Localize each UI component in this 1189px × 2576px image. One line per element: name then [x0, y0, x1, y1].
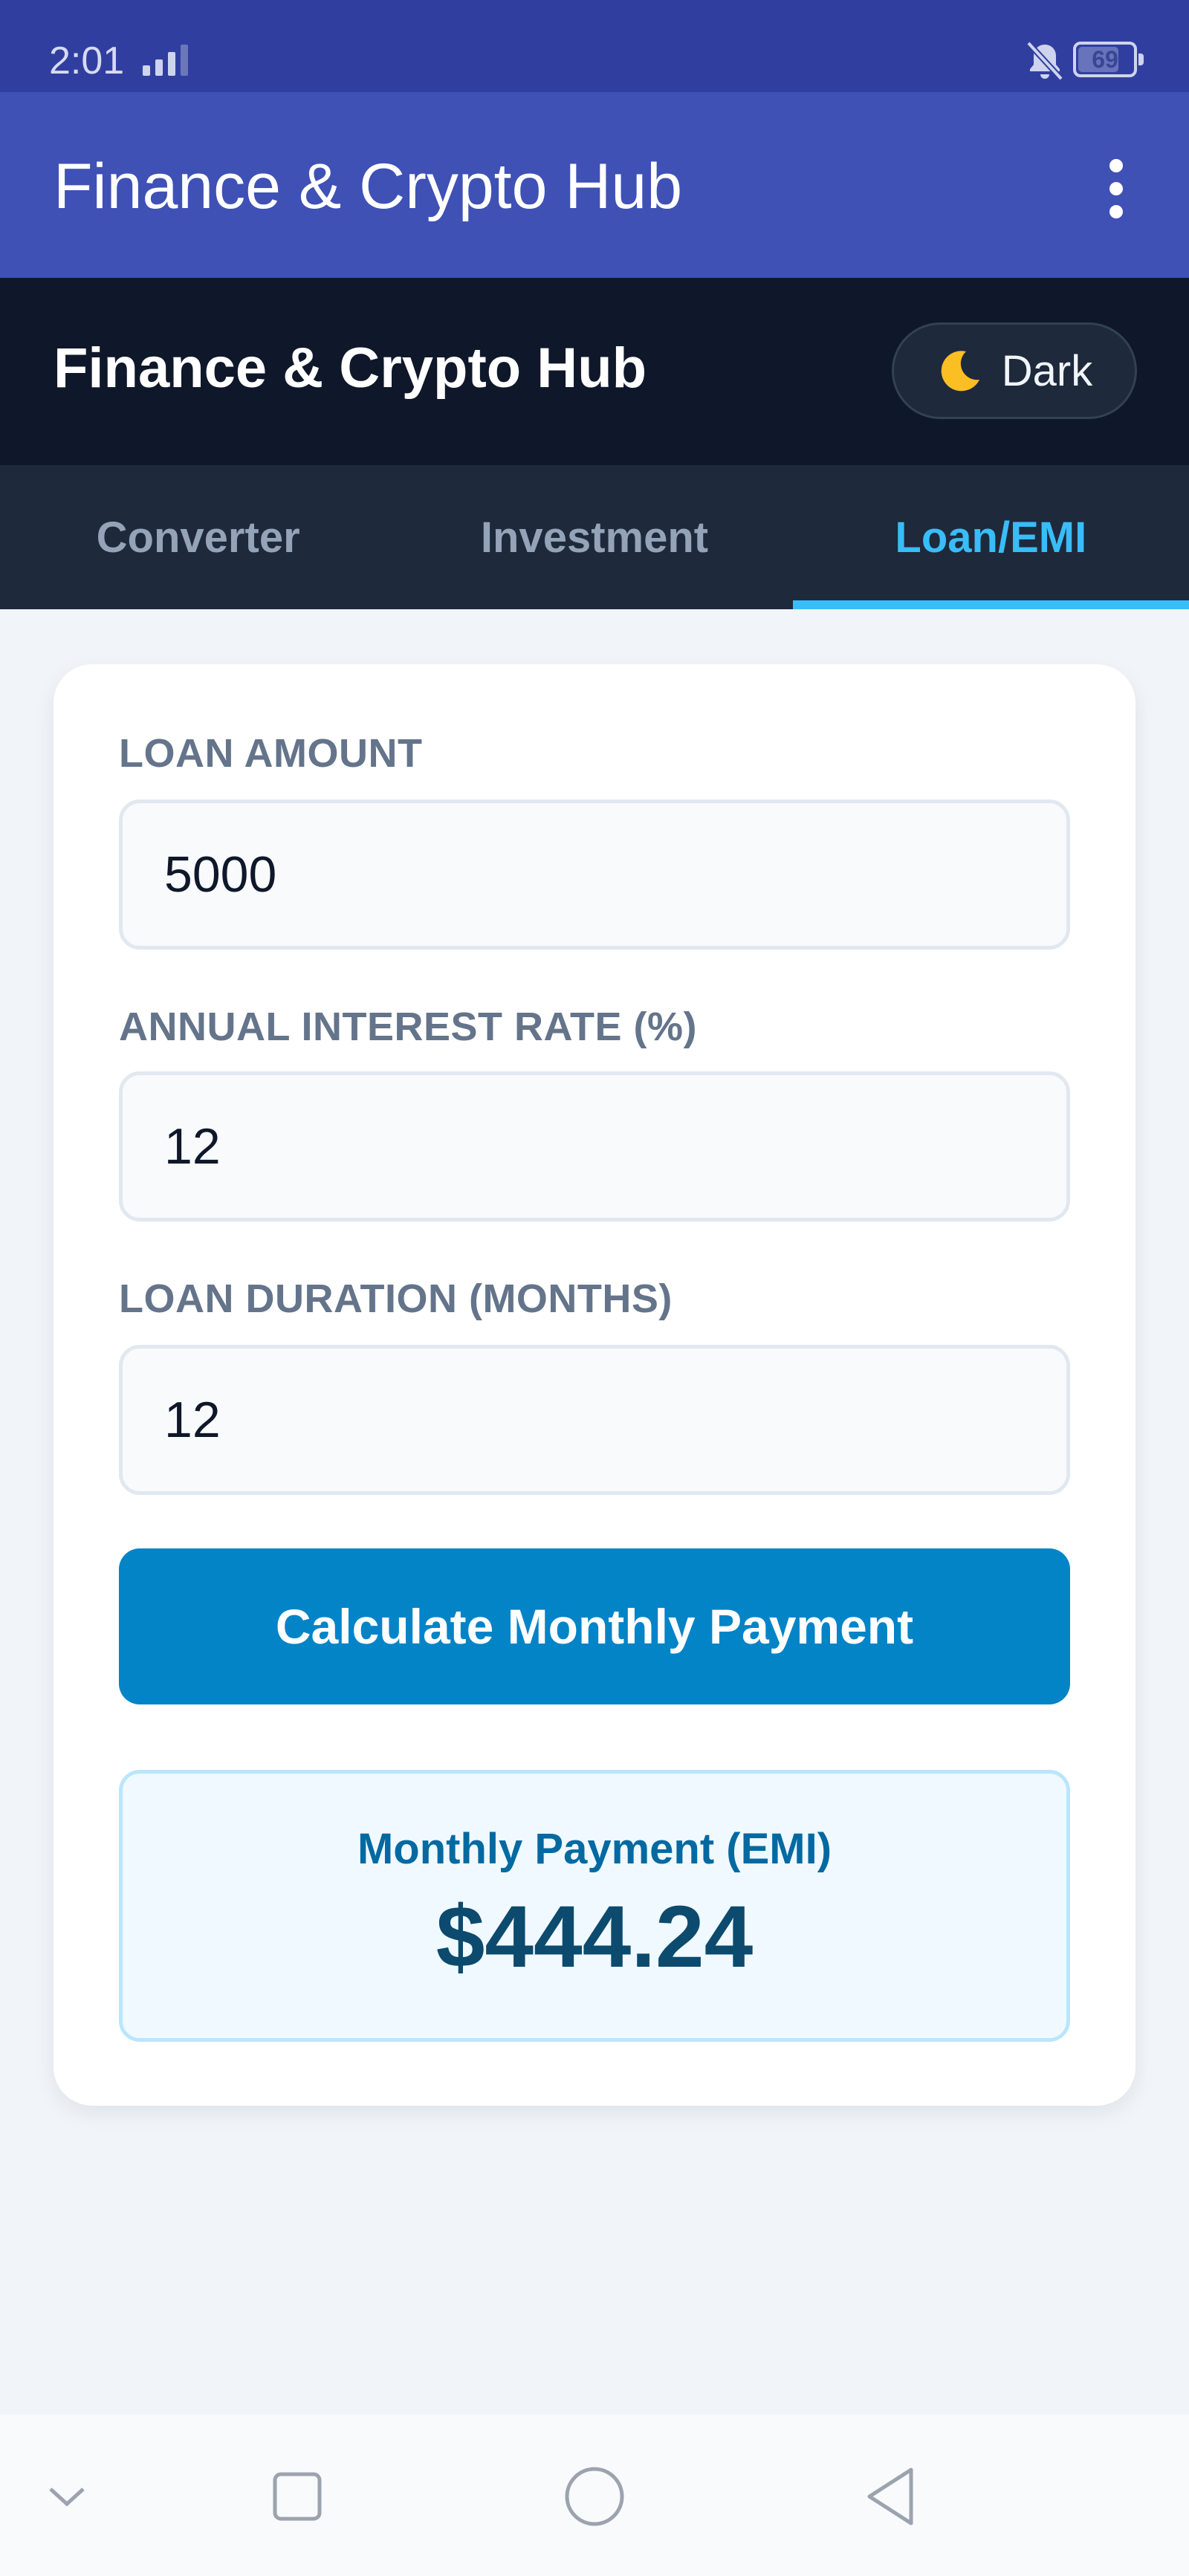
loan-amount-label: LOAN AMOUNT — [119, 731, 423, 776]
battery-icon: 69 — [1073, 42, 1144, 77]
signal-icon — [143, 45, 188, 76]
status-bar: 2:01 69 — [0, 0, 1189, 92]
battery-level: 69 — [1092, 46, 1118, 73]
monthly-payment-value: $444.24 — [435, 1888, 754, 1986]
tab-converter[interactable]: Converter — [0, 465, 396, 609]
interest-rate-label: ANNUAL INTEREST RATE (%) — [119, 1005, 697, 1049]
nav-collapse-button[interactable] — [30, 2459, 104, 2534]
overflow-dot — [1109, 159, 1123, 172]
loan-duration-input[interactable]: 12 — [119, 1345, 1070, 1495]
overflow-menu-icon[interactable] — [1092, 152, 1140, 226]
loan-duration-label: LOAN DURATION (MONTHS) — [119, 1276, 673, 1321]
calculate-button[interactable]: Calculate Monthly Payment — [119, 1548, 1070, 1704]
moon-icon — [941, 351, 979, 392]
app-bar: Finance & Crypto Hub — [0, 92, 1189, 278]
tab-bar: Converter Investment Loan/EMI — [0, 465, 1189, 609]
nav-back-button[interactable] — [855, 2459, 929, 2534]
app-bar-title: Finance & Crypto Hub — [54, 151, 683, 222]
tab-investment[interactable]: Investment — [396, 465, 792, 609]
system-nav-bar — [0, 2415, 1189, 2576]
nav-recents-button[interactable] — [260, 2459, 334, 2534]
result-label: Monthly Payment (EMI) — [357, 1825, 832, 1873]
square-icon — [273, 2472, 322, 2521]
chevron-down-icon — [49, 2488, 85, 2507]
status-time: 2:01 — [49, 39, 125, 82]
interest-rate-input[interactable]: 12 — [119, 1071, 1070, 1222]
page-title: Finance & Crypto Hub — [54, 337, 647, 400]
result-panel: Monthly Payment (EMI) $444.24 — [119, 1770, 1070, 2042]
battery-nub — [1138, 53, 1144, 65]
hub-header: Finance & Crypto Hub Dark — [0, 278, 1189, 465]
nav-home-button[interactable] — [557, 2459, 632, 2534]
theme-toggle-label: Dark — [1001, 346, 1093, 395]
overflow-dot — [1109, 182, 1123, 195]
notifications-muted-icon — [1026, 41, 1063, 81]
theme-toggle-button[interactable]: Dark — [892, 322, 1137, 419]
back-triangle-icon — [867, 2468, 913, 2525]
circle-icon — [565, 2467, 624, 2526]
tab-loan-emi[interactable]: Loan/EMI — [792, 465, 1189, 609]
loan-amount-input[interactable]: 5000 — [119, 799, 1070, 950]
loan-calculator-card: LOAN AMOUNT 5000 ANNUAL INTEREST RATE (%… — [54, 664, 1135, 2106]
overflow-dot — [1109, 205, 1123, 218]
